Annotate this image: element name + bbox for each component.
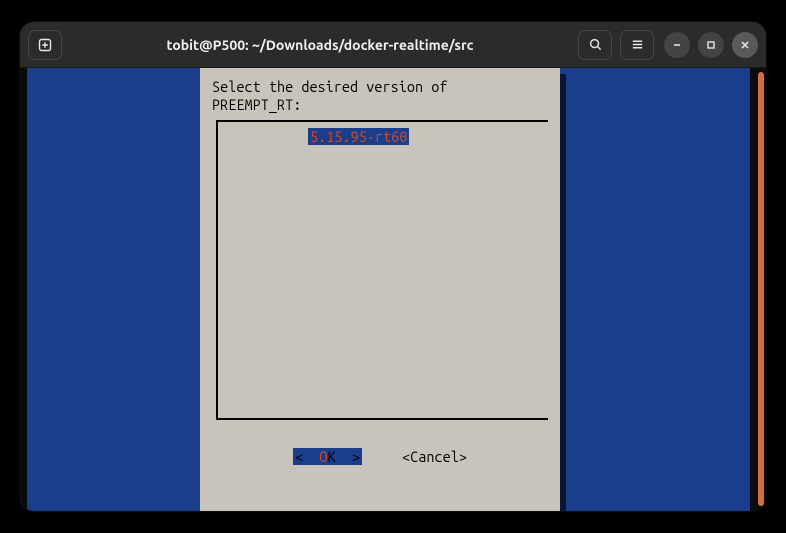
whiptail-dialog: Select the desired version of PREEMPT_RT… xyxy=(200,68,560,511)
new-tab-icon xyxy=(37,37,53,53)
titlebar: tobit@P500: ~/Downloads/docker-realtime/… xyxy=(20,22,766,68)
window-title: tobit@P500: ~/Downloads/docker-realtime/… xyxy=(70,37,570,53)
dialog-prompt-line2: PREEMPT_RT: xyxy=(212,96,301,113)
close-button[interactable] xyxy=(732,32,758,58)
search-button[interactable] xyxy=(578,30,612,60)
maximize-button[interactable] xyxy=(698,32,724,58)
maximize-icon xyxy=(705,39,717,51)
terminal-body: Select the desired version of PREEMPT_RT… xyxy=(20,68,766,511)
ok-button[interactable]: < OK > xyxy=(293,448,362,465)
dialog-list-frame: 5.15.95-rt60 xyxy=(216,120,548,420)
dialog-prompt: Select the desired version of PREEMPT_RT… xyxy=(212,78,548,114)
terminal-window: tobit@P500: ~/Downloads/docker-realtime/… xyxy=(20,22,766,511)
version-option-selected[interactable]: 5.15.95-rt60 xyxy=(308,128,409,145)
hamburger-icon xyxy=(630,37,645,52)
close-icon xyxy=(739,39,751,51)
minimize-icon xyxy=(671,39,683,51)
scrollbar[interactable] xyxy=(758,72,764,506)
dialog-button-row: < OK > <Cancel> xyxy=(212,448,548,465)
search-icon xyxy=(588,37,603,52)
cancel-button[interactable]: <Cancel> xyxy=(402,448,467,465)
menu-button[interactable] xyxy=(620,30,654,60)
new-tab-button[interactable] xyxy=(28,30,62,60)
minimize-button[interactable] xyxy=(664,32,690,58)
dialog-prompt-line1: Select the desired version of xyxy=(212,78,447,95)
